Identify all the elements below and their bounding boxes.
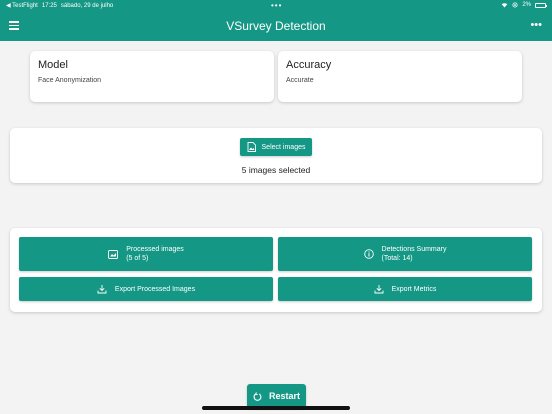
restart-button[interactable]: Restart: [247, 384, 306, 408]
accuracy-label: Accuracy: [286, 59, 332, 71]
multitasking-dots-icon[interactable]: •••: [271, 2, 282, 10]
more-options-icon[interactable]: •••: [530, 20, 542, 31]
status-right: 2%: [501, 2, 547, 8]
status-bar: ◀ TestFlight 17:25 sábado, 29 de julho •…: [0, 0, 552, 12]
export-metrics-button[interactable]: Export Metrics: [278, 277, 532, 301]
image-file-icon: [247, 142, 256, 152]
export-processed-images-label: Export Processed Images: [114, 285, 196, 293]
detections-summary-button[interactable]: Detections Summary (Total: 14): [278, 237, 532, 271]
processed-images-button[interactable]: Processed images (5 of 5): [19, 237, 273, 271]
battery-percent: 2%: [522, 2, 531, 8]
wifi-icon: [502, 3, 508, 8]
export-metrics-label: Export Metrics: [391, 285, 437, 293]
restart-icon: [253, 391, 262, 401]
processed-images-count: (5 of 5): [126, 255, 149, 262]
processed-images-label: Processed images: [126, 246, 184, 253]
back-to-testflight-link[interactable]: ◀ TestFlight: [6, 2, 38, 9]
download-icon: [374, 285, 384, 294]
app-header: ◀ TestFlight 17:25 sábado, 29 de julho •…: [0, 0, 552, 41]
model-card: Model Face Anonymization: [30, 51, 274, 102]
status-date: sábado, 29 de julho: [60, 2, 114, 9]
accuracy-card: Accuracy Accurate: [278, 51, 522, 102]
restart-label: Restart: [268, 391, 300, 401]
model-value: Face Anonymization: [38, 77, 102, 84]
gallery-icon: [108, 249, 119, 259]
status-left: ◀ TestFlight 17:25 sábado, 29 de julho: [6, 2, 114, 10]
detections-summary-label: Detections Summary: [381, 246, 447, 253]
select-images-label: Select images: [261, 143, 306, 151]
info-icon: [363, 249, 374, 259]
status-time: 17:25: [41, 2, 57, 9]
actions-card: Processed images (5 of 5) Detections Summ…: [10, 228, 542, 312]
select-images-button[interactable]: Select images: [240, 138, 312, 156]
detections-total: (Total: 14): [381, 255, 413, 262]
home-indicator[interactable]: [202, 406, 350, 410]
images-selected-status: 5 images selected: [241, 165, 311, 175]
orientation-lock-icon: [512, 2, 518, 8]
accuracy-value: Accurate: [286, 77, 314, 84]
model-label: Model: [38, 59, 68, 71]
page-title: VSurvey Detection: [226, 19, 326, 33]
select-images-card: Select images 5 images selected: [10, 128, 542, 183]
download-icon: [97, 285, 107, 294]
detections-summary-text: Detections Summary (Total: 14): [382, 245, 447, 263]
processed-images-text: Processed images (5 of 5): [126, 245, 184, 263]
export-processed-images-button[interactable]: Export Processed Images: [19, 277, 273, 301]
battery-icon: [535, 2, 547, 8]
